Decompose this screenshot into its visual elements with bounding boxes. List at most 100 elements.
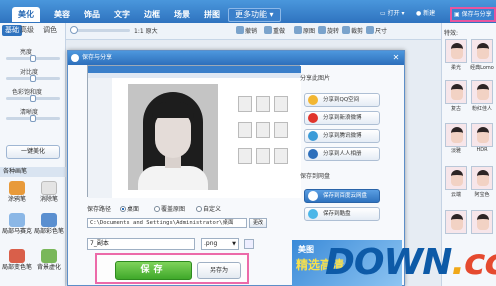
background-blur-pen[interactable]: 背景虚化 [34, 249, 64, 272]
brightness-slider[interactable] [6, 55, 60, 62]
tab-advanced[interactable]: 高级 [20, 25, 34, 36]
effect-label: 经典Lomo [470, 65, 494, 71]
crop-button[interactable]: 裁剪 [342, 26, 363, 37]
original-icon [294, 26, 302, 34]
effect-thumb-face [451, 214, 463, 230]
tab-scene[interactable]: 场景 [168, 7, 196, 22]
save-share-top-button[interactable]: ▣ 保存与分享 [450, 7, 496, 22]
extension-select[interactable]: .png ▼ [201, 238, 239, 250]
effect-thumb[interactable] [471, 123, 493, 147]
share-sina-weibo-button[interactable]: 分享到新浪微博 [304, 111, 380, 125]
mosaic-pen[interactable]: 局部马赛克 [2, 213, 32, 236]
radio-overwrite[interactable]: 覆盖原图 [154, 205, 185, 215]
top-menu-bar: 美化 美容 饰品 文字 边框 场景 拼图 更多功能 ▾ ▭ 打开 ▾ ● 新建 … [0, 0, 496, 23]
saturation-slider[interactable] [6, 95, 60, 102]
zoom-slider[interactable] [70, 26, 130, 34]
radio-desktop[interactable]: 桌面 [120, 205, 139, 215]
watermark-dot: . [451, 242, 465, 283]
share-tencent-weibo-button[interactable]: 分享到腾讯微博 [304, 129, 380, 143]
preview-topbar [88, 66, 301, 73]
graffiti-pen[interactable]: 涂鸦笔 [2, 181, 32, 204]
effect-thumb[interactable] [445, 210, 467, 234]
share-qzone-button[interactable]: 分享到QQ空间 [304, 93, 380, 107]
effect-thumb[interactable] [471, 39, 493, 63]
sharpness-slider[interactable] [6, 115, 60, 122]
original-button[interactable]: 原图 [294, 26, 315, 37]
effect-thumb-face [477, 84, 489, 100]
tab-color[interactable]: 调色 [43, 25, 57, 36]
radio-custom-label: 自定义 [203, 206, 222, 213]
color-change-pen[interactable]: 局部变色笔 [2, 249, 32, 272]
radio-custom[interactable]: 自定义 [196, 205, 221, 215]
graffiti-pen-label: 涂鸦笔 [7, 196, 26, 203]
tab-text[interactable]: 文字 [108, 7, 136, 22]
left-panel: 基础 高级 调色 亮度 对比度 色彩饱和度 清晰度 一键美化 各种画笔 涂鸦笔 … [0, 23, 66, 286]
open-button[interactable]: ▭ 打开 ▾ [380, 8, 405, 20]
tencent-weibo-icon [308, 131, 318, 141]
change-path-button[interactable]: 更改 [249, 218, 267, 228]
watermark-tld: cc [464, 242, 496, 283]
color-change-icon [9, 249, 25, 263]
crop-icon [342, 26, 350, 34]
preview-thumb [274, 96, 288, 112]
filename-field[interactable]: 7_副本 [87, 238, 195, 250]
close-icon[interactable]: ✕ [391, 53, 401, 63]
local-color-label: 局部彩色笔 [34, 228, 65, 235]
watermark-text: DOWN.cc [325, 240, 496, 286]
brightness-knob[interactable] [30, 55, 36, 62]
effect-thumb[interactable] [445, 166, 467, 190]
share-header: 分享此图片 [300, 75, 331, 82]
share-sina-label: 分享到新浪微博 [323, 115, 362, 121]
new-button[interactable]: ● 新建 [416, 8, 435, 20]
tab-beautify[interactable]: 美化 [12, 7, 40, 22]
eraser-pen[interactable]: 消除笔 [34, 181, 64, 204]
effect-thumb[interactable] [445, 39, 467, 63]
effect-thumb[interactable] [471, 80, 493, 104]
radio-desktop-dot [120, 206, 126, 212]
sharpness-knob[interactable] [30, 115, 36, 122]
save-kupan-button[interactable]: 保存到酷盘 [304, 207, 380, 221]
rotate-icon [318, 26, 326, 34]
settings-icon[interactable] [244, 239, 254, 249]
resize-button[interactable]: 尺寸 [366, 26, 387, 37]
save-baidu-cloud-button[interactable]: 保存到百度云网盘 [304, 189, 380, 203]
rotate-button[interactable]: 旋转 [318, 26, 339, 37]
tab-more-features[interactable]: 更多功能 ▾ [228, 8, 281, 22]
share-tencent-label: 分享到腾讯微博 [323, 133, 362, 139]
undo-button[interactable]: 撤销 [236, 26, 257, 37]
contrast-slider[interactable] [6, 75, 60, 82]
tab-basic[interactable]: 基础 [2, 25, 22, 36]
tab-frame[interactable]: 边框 [138, 7, 166, 22]
one-click-beautify-button[interactable]: 一键美化 [6, 145, 60, 159]
zoom-knob[interactable] [70, 26, 78, 34]
local-color-pen[interactable]: 局部彩色笔 [34, 213, 64, 236]
tab-collage[interactable]: 拼图 [198, 7, 226, 22]
effect-thumb[interactable] [471, 166, 493, 190]
effect-thumb-face [451, 84, 463, 100]
saturation-label: 色彩饱和度 [12, 89, 43, 96]
baidu-cloud-label: 保存到百度云网盘 [323, 193, 368, 199]
pen-section-title: 各种画笔 [0, 167, 66, 177]
save-path-field[interactable]: C:\Documents and Settings\Administrator\… [87, 218, 247, 228]
effect-thumb[interactable] [445, 80, 467, 104]
chevron-down-icon: ▼ [232, 241, 236, 247]
effect-thumb[interactable] [445, 123, 467, 147]
preview-thumb [238, 96, 252, 112]
save-share-top-label: 保存与分享 [461, 11, 492, 18]
save-as-button[interactable]: 另存为 [197, 262, 241, 279]
zoom-original-button[interactable]: 1:1 原大 [134, 26, 158, 37]
open-label: 打开 [387, 10, 400, 17]
effect-thumb[interactable] [471, 210, 493, 234]
background-blur-icon [41, 249, 57, 263]
share-renren-button[interactable]: 分享到人人相册 [304, 147, 380, 161]
save-button[interactable]: 保存 [115, 261, 192, 280]
contrast-knob[interactable] [30, 75, 36, 82]
tab-accessories[interactable]: 饰品 [78, 7, 106, 22]
radio-overwrite-dot [154, 206, 160, 212]
tab-beauty[interactable]: 美容 [48, 7, 76, 22]
radio-overwrite-label: 覆盖原图 [161, 206, 186, 213]
saturation-knob[interactable] [30, 95, 36, 102]
redo-button[interactable]: 重做 [264, 26, 285, 37]
local-color-icon [41, 213, 57, 227]
redo-icon [264, 26, 272, 34]
